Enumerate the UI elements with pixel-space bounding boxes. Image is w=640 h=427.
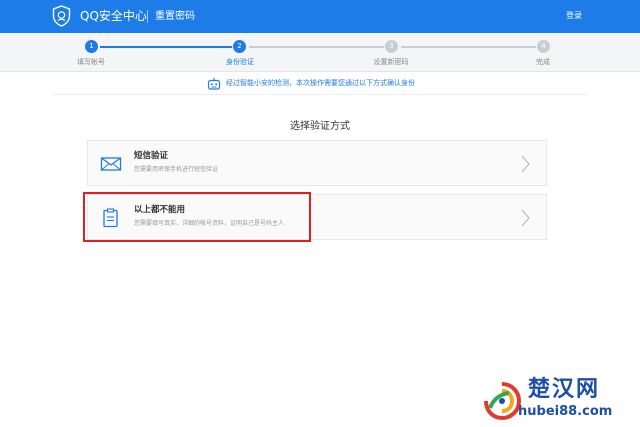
- option-description: 您需要用密保手机进行短信验证: [134, 166, 219, 173]
- highlight-annotation: [83, 192, 311, 242]
- step-1-dot: 1: [85, 40, 98, 53]
- step-connector-2: [249, 46, 384, 48]
- step-connector-3: [401, 46, 536, 48]
- notice-message: 经过智能小安的检测，本次操作需要您通过以下方式确认身份: [226, 79, 415, 87]
- chevron-right-icon: [521, 155, 530, 173]
- page-title: 重置密码: [155, 11, 195, 22]
- divider: [52, 94, 588, 95]
- shield-icon[interactable]: [52, 5, 71, 27]
- login-link[interactable]: 登录: [566, 11, 582, 21]
- brand-name[interactable]: QQ安全中心: [80, 9, 147, 23]
- watermark-url: hubei88.com: [518, 404, 613, 419]
- section-title: 选择验证方式: [290, 121, 350, 132]
- chevron-right-icon: [521, 209, 530, 227]
- step-2-dot: 2: [233, 40, 246, 53]
- step-1-label: 填写帐号: [77, 58, 105, 66]
- robot-icon: [207, 78, 221, 90]
- brand-divider: [147, 10, 148, 23]
- top-header: QQ安全中心 重置密码 登录: [0, 0, 640, 33]
- step-connector-1: [100, 46, 232, 48]
- watermark-logo-icon: [484, 382, 522, 421]
- step-3-label: 设置新密码: [373, 58, 409, 66]
- step-4-dot: 4: [537, 40, 550, 53]
- watermark-title: 楚汉网: [528, 377, 601, 402]
- envelope-icon: [100, 157, 122, 171]
- step-3-dot: 3: [385, 40, 398, 53]
- option-title: 短信验证: [134, 151, 169, 161]
- option-sms-verification[interactable]: 短信验证 您需要用密保手机进行短信验证: [87, 140, 547, 186]
- step-4-label: 完成: [536, 58, 550, 66]
- step-2-label: 身份验证: [226, 58, 254, 66]
